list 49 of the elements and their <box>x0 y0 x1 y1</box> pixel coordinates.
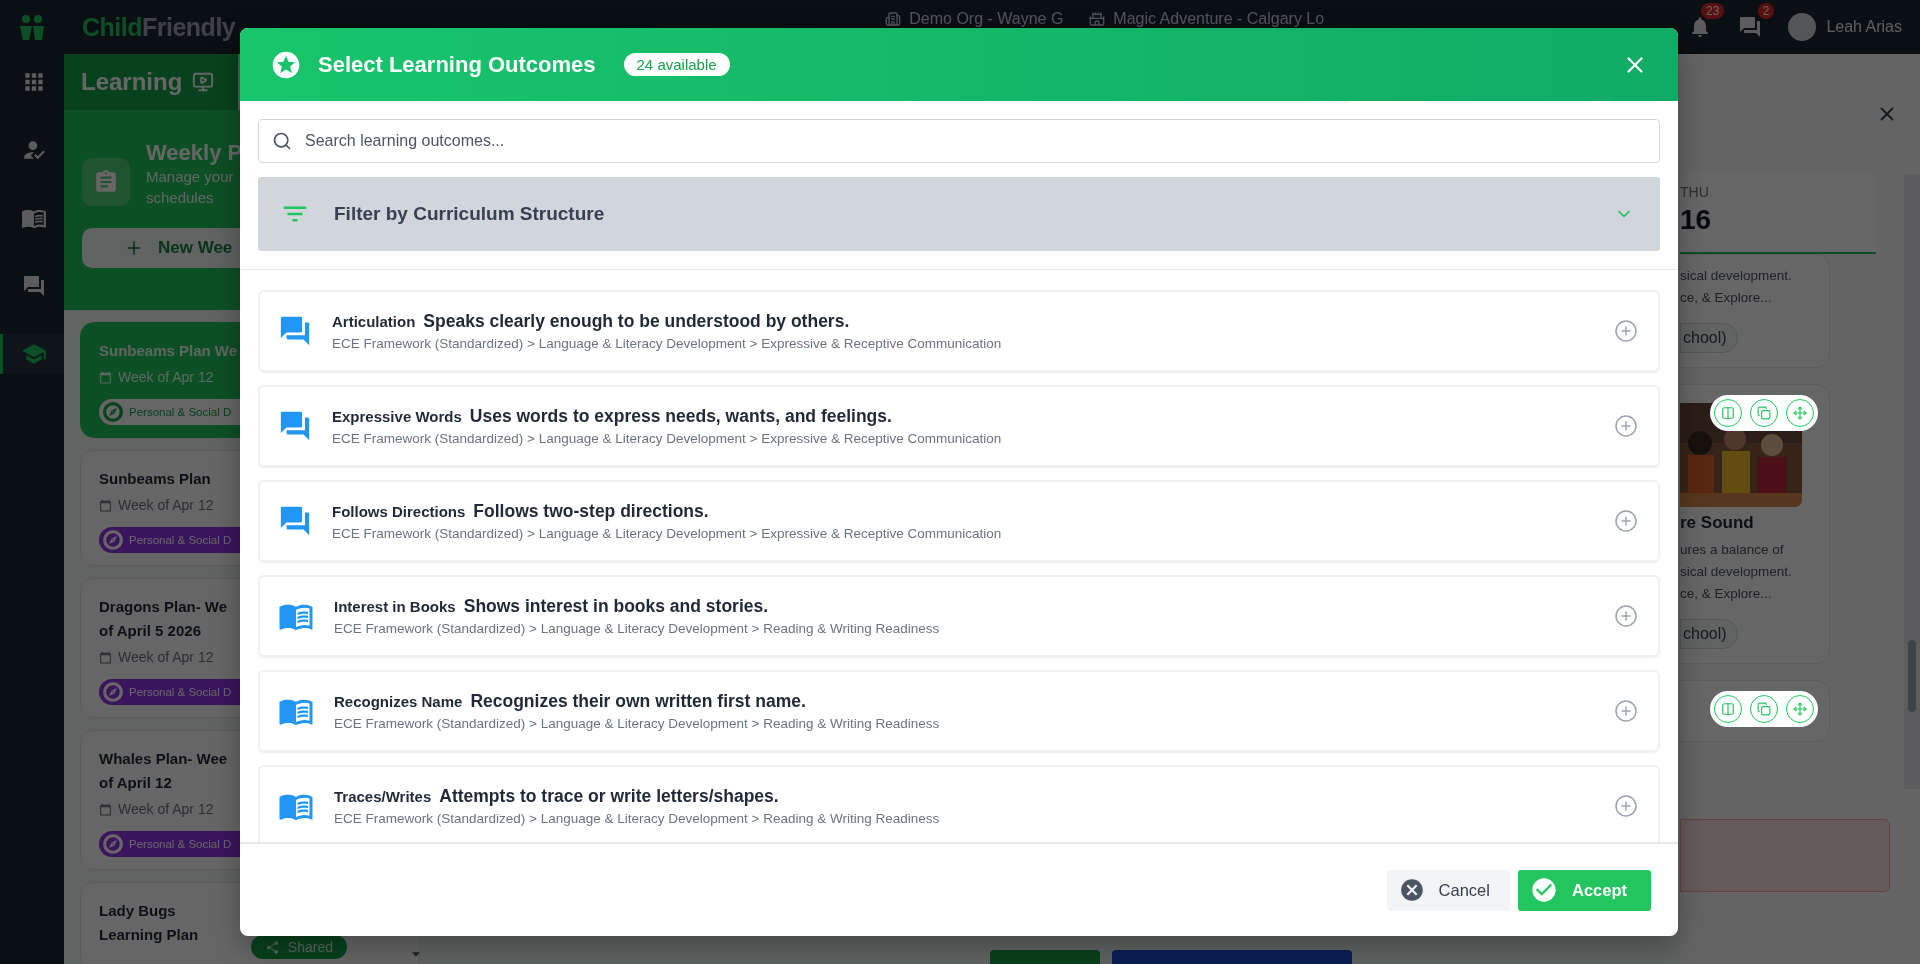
location-name: Magic Adventure - Calgary Lo <box>1113 10 1325 28</box>
plan-week: Week of Apr 12 <box>118 497 214 513</box>
outcome-name: Traces/Writes <box>334 788 432 805</box>
count-badge: 24 available <box>623 53 730 76</box>
outcome-description: Speaks clearly enough to be understood by others. <box>423 311 850 332</box>
activity-description: ures a balance of <box>1680 541 1785 559</box>
activity-tag: chool) <box>1680 323 1738 353</box>
outcome-description: Follows two-step directions. <box>473 501 709 522</box>
plan-title: of April 12 <box>99 773 172 793</box>
activity-description: ce, & Explore... <box>1680 585 1773 603</box>
outcome-path: ECE Framework (Standardized) > Language & Literacy Development > Expressive & Receptive Communication <box>332 431 1003 446</box>
plan-week: Week of Apr 12 <box>118 369 214 385</box>
plan-title: Sunbeams Plan <box>99 469 211 489</box>
outcome-name: Recognizes Name <box>334 693 463 710</box>
outcome-description: Attempts to trace or write letters/shapes. <box>439 786 779 807</box>
outcome-name: Expressive Words <box>332 408 462 425</box>
plan-week: Week of Apr 12 <box>118 649 214 665</box>
outcome-path: ECE Framework (Standardized) > Language & Literacy Development > Expressive & Receptive Communication <box>332 526 1003 541</box>
plan-title: of April 5 2026 <box>99 621 201 641</box>
dialog-title: Select Learning Outcomes <box>318 51 596 78</box>
activity-description: sical development. <box>1680 563 1793 581</box>
outcome-description: Shows interest in books and stories. <box>463 596 769 617</box>
page-subtitle: Manage your <box>146 167 234 187</box>
day-number: 16 <box>1680 204 1713 236</box>
plan-title: Whales Plan- Wee <box>99 749 228 769</box>
activity-description: sical development. <box>1680 267 1793 285</box>
outcome-name: Follows Directions <box>332 503 466 520</box>
outcome-description: Recognizes their own written first name. <box>470 691 806 712</box>
activity-description: ce, & Explore... <box>1680 289 1773 307</box>
plan-title: Dragons Plan- We <box>99 597 228 617</box>
outcome-path: ECE Framework (Standardized) > Language & Literacy Development > Reading & Writing Readiness <box>334 621 941 636</box>
organization-name: Demo Org - Wayne G <box>909 10 1064 28</box>
activity-tag: chool) <box>1680 619 1738 649</box>
panel-title: Learning <box>81 68 183 96</box>
outcome-description: Uses words to express needs, wants, and feelings. <box>469 406 892 427</box>
day-name: THU <box>1680 184 1710 200</box>
plan-title: Lady Bugs <box>99 901 176 921</box>
outcome-path: ECE Framework (Standardized) > Language & Literacy Development > Reading & Writing Readiness <box>334 716 941 731</box>
page-subtitle: schedules <box>146 188 214 208</box>
outcome-name: Interest in Books <box>334 598 456 615</box>
outcome-path: ECE Framework (Standardized) > Language & Literacy Development > Reading & Writing Readiness <box>334 811 941 826</box>
notification-count: 23 <box>1701 3 1725 19</box>
outcome-name: Articulation <box>332 313 416 330</box>
plan-title: Sunbeams Plan We <box>99 341 238 361</box>
plan-title: Learning Plan <box>99 925 199 945</box>
activity-title: re Sound <box>1680 513 1755 533</box>
message-count: 2 <box>1757 3 1775 19</box>
plan-week: Week of Apr 12 <box>118 801 214 817</box>
outcome-path: ECE Framework (Standardized) > Language & Literacy Development > Expressive & Receptive Communication <box>332 336 1003 351</box>
